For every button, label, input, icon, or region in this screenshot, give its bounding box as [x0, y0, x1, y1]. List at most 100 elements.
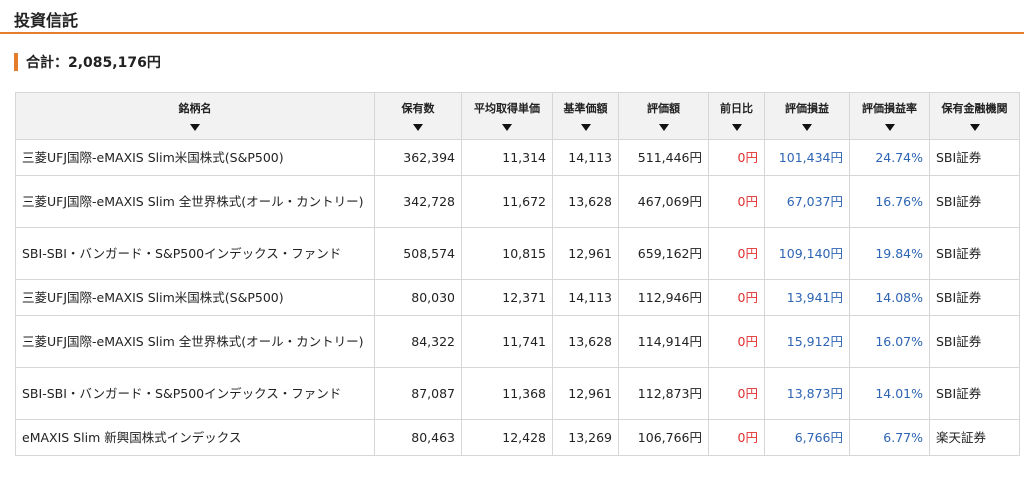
- institution: 楽天証券: [929, 419, 1020, 456]
- triangle-down-icon[interactable]: [731, 124, 742, 131]
- valuation: 511,446円: [618, 139, 709, 176]
- section-title: 投資信託: [14, 11, 79, 30]
- column-header-label: 保有金融機関: [941, 102, 1008, 115]
- unrealized-gain: 13,873円: [764, 367, 850, 420]
- triangle-down-icon[interactable]: [969, 124, 980, 131]
- institution: SBI証券: [929, 139, 1020, 176]
- valuation: 114,914円: [618, 315, 709, 368]
- valuation: 112,946円: [618, 279, 709, 316]
- gain-rate: 14.08%: [849, 279, 930, 316]
- column-header-name[interactable]: 銘柄名: [15, 92, 375, 140]
- table-row: 三菱UFJ国際-eMAXIS Slim米国株式(S&P500) 80,030 1…: [15, 279, 1020, 316]
- valuation: 106,766円: [618, 419, 709, 456]
- quantity: 87,087: [374, 367, 462, 420]
- avg-cost: 12,371: [461, 279, 553, 316]
- unrealized-gain: 6,766円: [764, 419, 850, 456]
- gain-rate: 6.77%: [849, 419, 930, 456]
- institution: SBI証券: [929, 279, 1020, 316]
- quantity: 362,394: [374, 139, 462, 176]
- quantity: 84,322: [374, 315, 462, 368]
- column-header-institution[interactable]: 保有金融機関: [929, 92, 1020, 140]
- gain-rate: 16.76%: [849, 175, 930, 228]
- column-header-gain[interactable]: 評価損益: [764, 92, 850, 140]
- fund-name[interactable]: SBI-SBI・バンガード・S&P500インデックス・ファンド: [15, 367, 375, 420]
- triangle-down-icon[interactable]: [802, 124, 812, 131]
- quantity: 80,030: [374, 279, 462, 316]
- holdings-table: 銘柄名 保有数 平均取得単価 基準価額 評価額 前日比 評価損益 評価損益率 保…: [15, 92, 1020, 456]
- total-label: 合計：: [26, 55, 68, 71]
- column-header-label: 基準価額: [563, 102, 608, 115]
- day-change: 0円: [708, 315, 765, 368]
- total-summary: 合計： 2,085,176円: [14, 52, 161, 72]
- unrealized-gain: 101,434円: [764, 139, 850, 176]
- valuation: 659,162円: [618, 227, 709, 280]
- triangle-down-icon[interactable]: [580, 124, 591, 131]
- valuation: 467,069円: [618, 175, 709, 228]
- unrealized-gain: 109,140円: [764, 227, 850, 280]
- day-change: 0円: [708, 139, 765, 176]
- base-price: 12,961: [552, 227, 619, 280]
- column-header-label: 評価額: [647, 102, 680, 115]
- table-header-row: 銘柄名 保有数 平均取得単価 基準価額 評価額 前日比 評価損益 評価損益率 保…: [15, 92, 1020, 140]
- column-header-gain-rate[interactable]: 評価損益率: [849, 92, 930, 140]
- institution: SBI証券: [929, 175, 1020, 228]
- avg-cost: 10,815: [461, 227, 553, 280]
- fund-name[interactable]: SBI-SBI・バンガード・S&P500インデックス・ファンド: [15, 227, 375, 280]
- column-header-avg-cost[interactable]: 平均取得単価: [461, 92, 553, 140]
- column-header-label: 前日比: [720, 102, 753, 115]
- gain-rate: 14.01%: [849, 367, 930, 420]
- avg-cost: 11,314: [461, 139, 553, 176]
- triangle-down-icon[interactable]: [502, 124, 512, 131]
- quantity: 80,463: [374, 419, 462, 456]
- column-header-base-price[interactable]: 基準価額: [552, 92, 619, 140]
- base-price: 14,113: [552, 139, 619, 176]
- section-header: 投資信託: [0, 0, 1024, 34]
- column-header-label: 保有数: [401, 102, 435, 115]
- day-change: 0円: [708, 419, 765, 456]
- triangle-down-icon[interactable]: [190, 124, 200, 131]
- day-change: 0円: [708, 279, 765, 316]
- unrealized-gain: 13,941円: [764, 279, 850, 316]
- institution: SBI証券: [929, 315, 1020, 368]
- valuation: 112,873円: [618, 367, 709, 420]
- unrealized-gain: 15,912円: [764, 315, 850, 368]
- table-row: 三菱UFJ国際-eMAXIS Slim 全世界株式(オール・カントリー) 84,…: [15, 315, 1020, 368]
- column-header-label: 評価損益: [785, 102, 829, 115]
- fund-name[interactable]: 三菱UFJ国際-eMAXIS Slim米国株式(S&P500): [15, 139, 375, 176]
- column-header-day-change[interactable]: 前日比: [708, 92, 765, 140]
- table-row: SBI-SBI・バンガード・S&P500インデックス・ファンド 508,574 …: [15, 227, 1020, 280]
- total-value: 2,085,176円: [68, 55, 161, 71]
- total-accent-bar: [14, 53, 18, 71]
- fund-name[interactable]: eMAXIS Slim 新興国株式インデックス: [15, 419, 375, 456]
- triangle-down-icon[interactable]: [413, 124, 423, 131]
- avg-cost: 11,368: [461, 367, 553, 420]
- avg-cost: 12,428: [461, 419, 553, 456]
- base-price: 13,628: [552, 315, 619, 368]
- table-row: eMAXIS Slim 新興国株式インデックス 80,463 12,428 13…: [15, 419, 1020, 456]
- column-header-label: 評価損益率: [862, 102, 917, 115]
- institution: SBI証券: [929, 227, 1020, 280]
- triangle-down-icon[interactable]: [658, 124, 669, 131]
- base-price: 13,269: [552, 419, 619, 456]
- fund-name[interactable]: 三菱UFJ国際-eMAXIS Slim米国株式(S&P500): [15, 279, 375, 316]
- column-header-quantity[interactable]: 保有数: [374, 92, 462, 140]
- base-price: 13,628: [552, 175, 619, 228]
- column-header-label: 銘柄名: [178, 102, 212, 115]
- column-header-valuation[interactable]: 評価額: [618, 92, 709, 140]
- institution: SBI証券: [929, 367, 1020, 420]
- gain-rate: 19.84%: [849, 227, 930, 280]
- day-change: 0円: [708, 227, 765, 280]
- triangle-down-icon[interactable]: [884, 124, 895, 131]
- table-row: 三菱UFJ国際-eMAXIS Slim 全世界株式(オール・カントリー) 342…: [15, 175, 1020, 228]
- quantity: 342,728: [374, 175, 462, 228]
- fund-name[interactable]: 三菱UFJ国際-eMAXIS Slim 全世界株式(オール・カントリー): [15, 315, 375, 368]
- base-price: 14,113: [552, 279, 619, 316]
- table-row: SBI-SBI・バンガード・S&P500インデックス・ファンド 87,087 1…: [15, 367, 1020, 420]
- gain-rate: 24.74%: [849, 139, 930, 176]
- gain-rate: 16.07%: [849, 315, 930, 368]
- column-header-label: 平均取得単価: [474, 102, 540, 115]
- fund-name[interactable]: 三菱UFJ国際-eMAXIS Slim 全世界株式(オール・カントリー): [15, 175, 375, 228]
- day-change: 0円: [708, 367, 765, 420]
- unrealized-gain: 67,037円: [764, 175, 850, 228]
- day-change: 0円: [708, 175, 765, 228]
